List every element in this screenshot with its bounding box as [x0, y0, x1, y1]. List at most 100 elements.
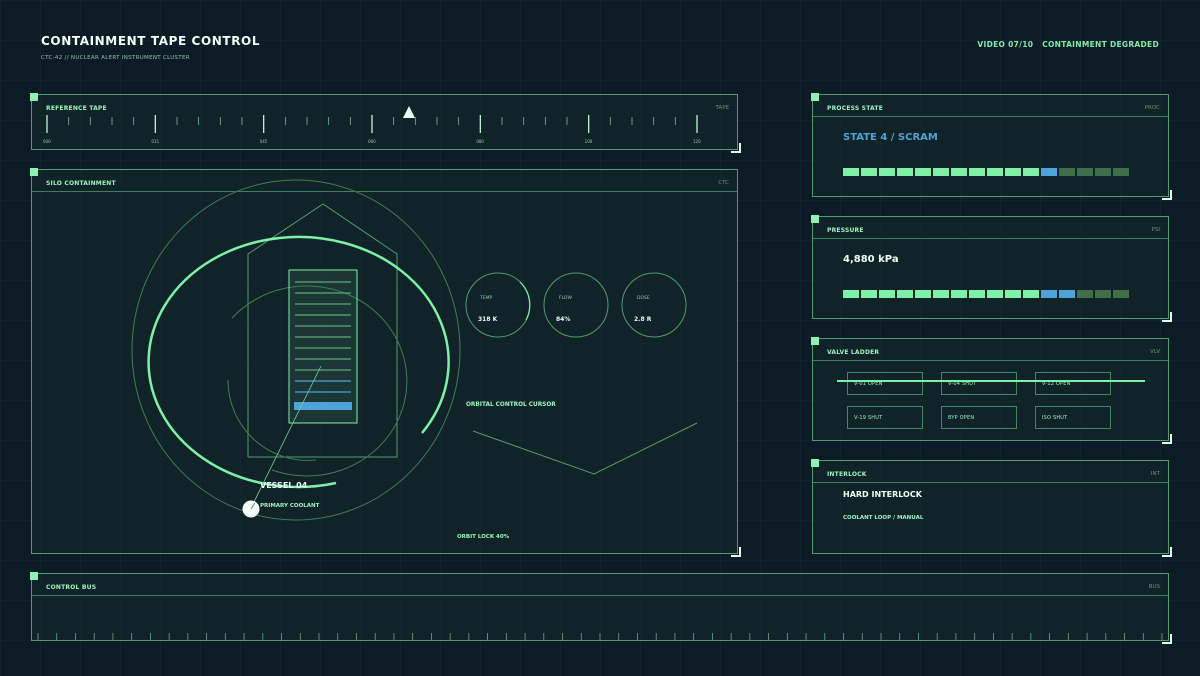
panel-tag: INT — [1150, 471, 1160, 477]
segment — [843, 290, 859, 298]
tape-tick-label: 080 — [476, 139, 484, 144]
segment — [879, 168, 895, 176]
panel-corner — [1162, 634, 1172, 644]
segment — [1023, 290, 1039, 298]
panel-tag: PROC — [1144, 105, 1160, 111]
panel-divider — [813, 482, 1168, 483]
segment — [1059, 290, 1075, 298]
vessel-label: VESSEL 04 — [260, 481, 308, 490]
panel-corner — [731, 547, 741, 557]
process-state-value: STATE 4 / SCRAM — [843, 132, 938, 143]
page-subtitle: CTC-42 // NUCLEAR ALERT INSTRUMENT CLUST… — [41, 55, 190, 61]
panel-corner — [1162, 434, 1172, 444]
bus-scale[interactable] — [32, 574, 1170, 642]
segment — [897, 290, 913, 298]
flow-gauge-label: FLOW — [559, 296, 572, 301]
panel-tag: PSI — [1151, 227, 1160, 233]
segment — [987, 290, 1003, 298]
segment — [1077, 168, 1093, 176]
silo-diagram — [131, 179, 698, 521]
tape-scale[interactable] — [32, 95, 739, 151]
valve-v12-button[interactable]: V-12 OPEN — [1035, 372, 1111, 395]
control-bus-panel: CONTROL BUS BUS — [30, 572, 1172, 644]
panel-marker — [811, 215, 819, 223]
tape-tick-label: 045 — [259, 139, 268, 144]
segment — [1077, 290, 1093, 298]
interlock-panel: INTERLOCK INT HARD INTERLOCK COOLANT LOO… — [811, 459, 1172, 557]
panel-title: PRESSURE — [827, 227, 864, 234]
segment — [897, 168, 913, 176]
process-state-panel: PROCESS STATE PROC STATE 4 / SCRAM — [811, 93, 1172, 200]
interlock-state: HARD INTERLOCK — [843, 490, 922, 499]
segment — [969, 290, 985, 298]
segment — [1005, 290, 1021, 298]
flow-gauge-value: 84% — [556, 316, 571, 323]
segment — [1095, 290, 1111, 298]
panel-marker — [811, 337, 819, 345]
temp-gauge-label: TEMP — [480, 296, 493, 301]
valve-ladder-panel: VALVE LADDER VLV V-01 OPEN V-04 SHUT V-1… — [811, 337, 1172, 444]
interlock-detail: COOLANT LOOP / MANUAL — [843, 515, 924, 521]
panel-title: INTERLOCK — [827, 471, 867, 478]
segment — [951, 290, 967, 298]
segment — [843, 168, 859, 176]
pressure-value: 4,880 kPa — [843, 254, 899, 265]
tape-tick-label: 015 — [151, 139, 159, 144]
panel-corner — [1162, 312, 1172, 322]
valve-flow-line — [837, 380, 1145, 382]
tape-tick-label: 000 — [43, 139, 51, 144]
panel-title: PROCESS STATE — [827, 105, 883, 112]
tape-tick-label: 120 — [693, 139, 701, 144]
orbital-cursor-label[interactable]: ORBITAL CONTROL CURSOR — [466, 402, 556, 408]
panel-marker — [811, 93, 819, 101]
containment-condition: CONTAINMENT DEGRADED — [1042, 40, 1159, 49]
reference-tape-panel: REFERENCE TAPE TAPE 000 015 045 060 080 100 12… — [30, 93, 741, 153]
segment — [1113, 168, 1129, 176]
valve-v19-button[interactable]: V-19 SHUT — [847, 406, 923, 429]
segment — [1059, 168, 1075, 176]
segment — [933, 290, 949, 298]
segment — [915, 168, 931, 176]
valve-v01-button[interactable]: V-01 OPEN — [847, 372, 923, 395]
segment — [1023, 168, 1039, 176]
panel-marker — [811, 459, 819, 467]
segment — [933, 168, 949, 176]
segment — [861, 168, 877, 176]
segment — [1041, 168, 1057, 176]
temp-gauge-value: 318 K — [478, 316, 498, 323]
panel-divider — [813, 238, 1168, 239]
pressure-segment-bar — [843, 290, 1129, 298]
valve-v04-button[interactable]: V-04 SHUT — [941, 372, 1017, 395]
segment — [879, 290, 895, 298]
process-segment-bar — [843, 168, 1129, 176]
segment — [969, 168, 985, 176]
panel-divider — [813, 116, 1168, 117]
video-counter: VIDEO 07/10 — [977, 40, 1034, 49]
segment — [1113, 290, 1129, 298]
header-status: VIDEO 07/10 CONTAINMENT DEGRADED — [971, 40, 1159, 49]
primary-coolant-label[interactable]: PRIMARY COOLANT — [260, 503, 319, 509]
segment — [861, 290, 877, 298]
dose-gauge-value: 2.8 R — [634, 316, 652, 323]
dose-gauge-label: DOSE — [637, 296, 650, 301]
pressure-panel: PRESSURE PSI 4,880 kPa — [811, 215, 1172, 322]
panel-corner — [1162, 190, 1172, 200]
tape-pointer-icon — [403, 106, 415, 118]
segment — [1095, 168, 1111, 176]
segment — [1005, 168, 1021, 176]
valve-byp-button[interactable]: BYP OPEN — [941, 406, 1017, 429]
segment — [951, 168, 967, 176]
panel-corner — [731, 143, 741, 153]
page-title: CONTAINMENT TAPE CONTROL — [41, 34, 261, 48]
valve-iso-button[interactable]: ISO SHUT — [1035, 406, 1111, 429]
segment — [987, 168, 1003, 176]
panel-corner — [1162, 547, 1172, 557]
silo-containment-panel: SILO CONTAINMENT CTC TEMP 318 K FLOW 84%… — [30, 168, 741, 557]
panel-tag: VLV — [1150, 349, 1160, 355]
panel-divider — [813, 360, 1168, 361]
tape-tick-label: 060 — [368, 139, 376, 144]
orbit-lock-label: ORBIT LOCK 40% — [457, 534, 510, 540]
tape-tick-label: 100 — [584, 139, 593, 144]
segment — [1041, 290, 1057, 298]
segment — [915, 290, 931, 298]
